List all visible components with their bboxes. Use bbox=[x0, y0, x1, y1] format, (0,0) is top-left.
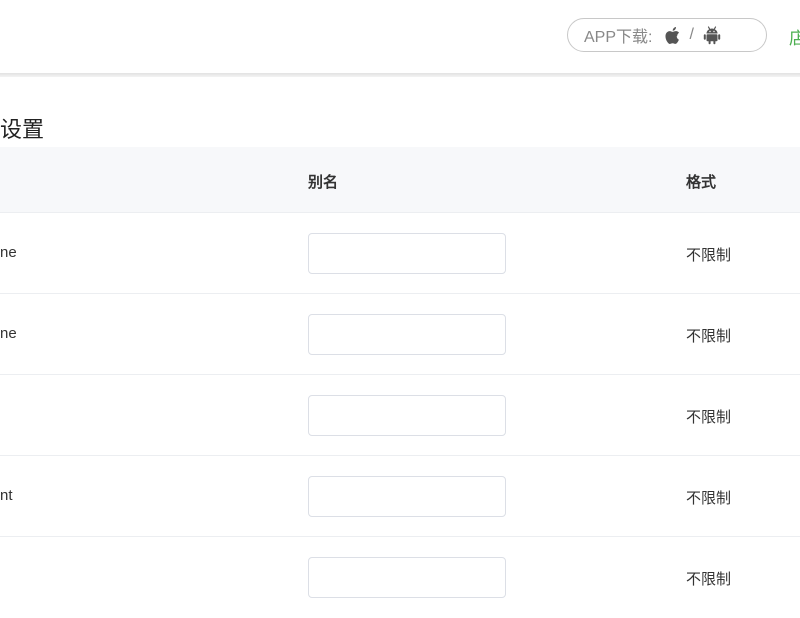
field-name: ne bbox=[0, 244, 17, 261]
separator: / bbox=[689, 26, 694, 43]
table-row: 不限制 bbox=[0, 537, 800, 618]
alias-input[interactable] bbox=[308, 233, 506, 274]
format-value: 不限制 bbox=[686, 409, 732, 426]
app-download-pill: APP下载: / bbox=[567, 18, 767, 52]
apple-icon[interactable] bbox=[664, 26, 680, 45]
format-value: 不限制 bbox=[686, 490, 732, 507]
field-name: ne bbox=[0, 325, 17, 342]
app-download-label: APP下载: bbox=[584, 29, 653, 46]
alias-input[interactable] bbox=[308, 476, 506, 517]
column-header-format: 格式 bbox=[686, 174, 717, 191]
table-header: 别名 格式 bbox=[0, 147, 800, 213]
alias-input[interactable] bbox=[308, 314, 506, 355]
format-value: 不限制 bbox=[686, 328, 732, 345]
column-header-alias: 别名 bbox=[308, 174, 339, 191]
format-value: 不限制 bbox=[686, 247, 732, 264]
section-title: 设置 bbox=[0, 117, 45, 142]
top-bar: APP下载: / 店 bbox=[0, 0, 800, 73]
alias-input[interactable] bbox=[308, 557, 506, 598]
android-icon[interactable] bbox=[703, 25, 721, 45]
table-row: nt 不限制 bbox=[0, 456, 800, 537]
top-right-link[interactable]: 店 bbox=[789, 24, 800, 49]
top-bar-shadow bbox=[0, 73, 800, 77]
table-row: 不限制 bbox=[0, 375, 800, 456]
format-value: 不限制 bbox=[686, 571, 732, 588]
table-row: ne 不限制 bbox=[0, 213, 800, 294]
field-name: nt bbox=[0, 487, 13, 504]
table-row: ne 不限制 bbox=[0, 294, 800, 375]
alias-input[interactable] bbox=[308, 395, 506, 436]
